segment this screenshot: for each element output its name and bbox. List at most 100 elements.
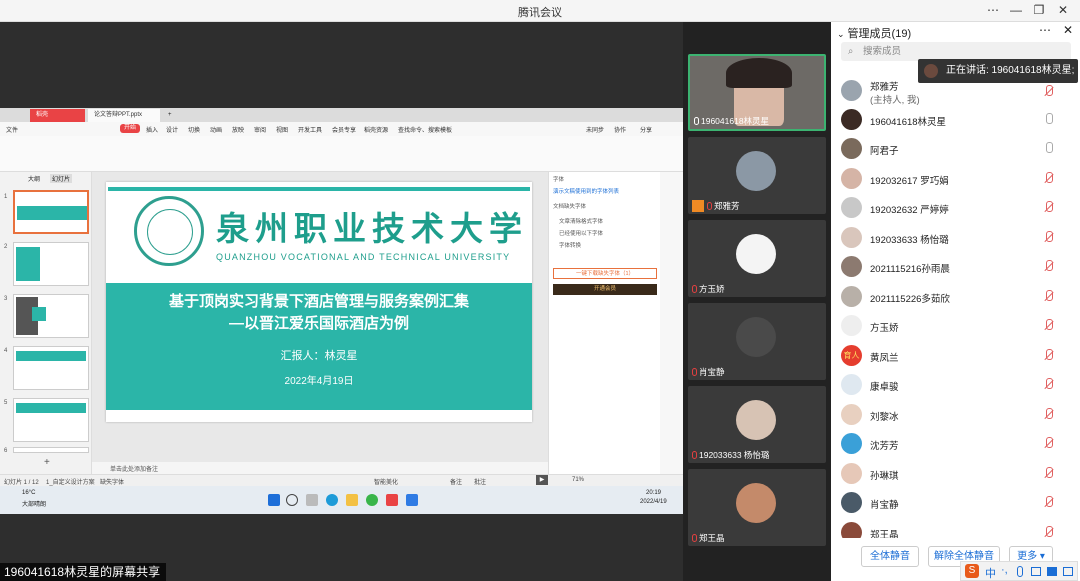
member-row[interactable]: 192032632 严婷婷 <box>831 193 1080 222</box>
wps-icon[interactable] <box>386 494 398 506</box>
edge-icon[interactable] <box>326 494 338 506</box>
meeting-icon[interactable] <box>406 494 418 506</box>
smart-beautify[interactable]: 智能美化 <box>374 477 398 486</box>
ime-keyboard-icon[interactable] <box>1031 567 1041 576</box>
more-icon[interactable]: ⋯ <box>982 2 1004 19</box>
member-row[interactable]: 育人 黄凤兰 <box>831 341 1080 370</box>
mic-off-icon[interactable] <box>1045 349 1053 361</box>
member-row[interactable]: 方玉娇 <box>831 311 1080 340</box>
slide-thumbnail[interactable] <box>13 190 89 234</box>
wps-tab-file[interactable]: 论文答辩PPT.pptx <box>88 109 160 122</box>
video-tile[interactable]: 郑雅芳 <box>688 137 826 214</box>
sync-status[interactable]: 未同步 <box>586 125 604 134</box>
more-options-icon[interactable]: ⋯ <box>1039 23 1051 37</box>
mic-off-icon[interactable] <box>1045 172 1053 184</box>
slide-thumbnail[interactable] <box>13 294 89 338</box>
download-fonts-button[interactable]: 一键下载缺失字体（1） <box>553 268 657 279</box>
member-row[interactable]: 肖宝静 <box>831 488 1080 517</box>
current-slide[interactable]: 泉州职业技术大学 QUANZHOU VOCATIONAL AND TECHNIC… <box>106 182 532 422</box>
ime-skin-icon[interactable] <box>1047 567 1057 576</box>
tab-outline[interactable]: 大纲 <box>28 174 40 183</box>
collab-button[interactable]: 协作 <box>614 125 626 134</box>
menu-devtools[interactable]: 开发工具 <box>298 125 322 134</box>
search-icon[interactable] <box>286 494 298 506</box>
ime-grid-icon[interactable] <box>1063 567 1073 576</box>
comment-toggle[interactable]: 批注 <box>474 477 486 486</box>
member-row[interactable]: 孙琳琪 <box>831 459 1080 488</box>
add-slide-icon[interactable]: + <box>44 457 50 468</box>
member-row[interactable]: 196041618林灵星 <box>831 105 1080 134</box>
notes-toggle[interactable]: 备注 <box>450 477 462 486</box>
menu-review[interactable]: 审阅 <box>254 125 266 134</box>
member-row[interactable]: 刘黎冰 <box>831 400 1080 429</box>
menu-file[interactable]: 文件 <box>6 125 18 134</box>
video-tile[interactable]: 196041618林灵星 <box>688 54 826 131</box>
menu-view[interactable]: 视图 <box>276 125 288 134</box>
slide-thumbnail[interactable] <box>13 346 89 390</box>
menu-slideshow[interactable]: 放映 <box>232 125 244 134</box>
video-tile[interactable]: 192033633 杨怡璐 <box>688 386 826 463</box>
mic-off-icon[interactable] <box>1045 290 1053 302</box>
ime-mic-icon[interactable] <box>1017 566 1023 577</box>
video-tile[interactable]: 肖宝静 <box>688 303 826 380</box>
menu-member[interactable]: 会员专享 <box>332 125 356 134</box>
ime-mode[interactable]: 中 <box>985 565 996 581</box>
share-button[interactable]: 分享 <box>640 125 652 134</box>
ime-punct-icon[interactable]: ·, <box>1001 564 1008 576</box>
member-row[interactable]: 阿君子 <box>831 134 1080 163</box>
member-row[interactable]: 康卓骏 <box>831 370 1080 399</box>
member-row[interactable]: 2021115216孙雨晨 <box>831 252 1080 281</box>
mic-off-icon[interactable] <box>1045 85 1053 97</box>
mic-off-icon[interactable] <box>1045 260 1053 272</box>
mic-off-icon[interactable] <box>1045 437 1053 449</box>
close-panel-icon[interactable]: ✕ <box>1063 23 1073 37</box>
member-row[interactable]: 郑王晶 <box>831 518 1080 538</box>
member-row[interactable]: 2021115226多茹欣 <box>831 282 1080 311</box>
slide-thumbnail[interactable] <box>13 447 89 453</box>
menu-transition[interactable]: 切换 <box>188 125 200 134</box>
missing-fonts[interactable]: 缺失字体 <box>100 477 124 486</box>
taskview-icon[interactable] <box>306 494 318 506</box>
mic-off-icon[interactable] <box>1045 231 1053 243</box>
app-icon[interactable] <box>366 494 378 506</box>
mic-icon[interactable] <box>1045 113 1053 125</box>
menu-animation[interactable]: 动画 <box>210 125 222 134</box>
wps-tab-home[interactable]: 稻壳 <box>30 109 85 122</box>
play-icon[interactable]: ▶ <box>536 475 548 485</box>
slide-thumbnail[interactable] <box>13 398 89 442</box>
add-tab-icon[interactable]: + <box>162 109 174 122</box>
member-row[interactable]: 沈芳芳 <box>831 429 1080 458</box>
mic-off-icon[interactable] <box>1045 201 1053 213</box>
open-vip-button[interactable]: 开通会员 <box>553 284 657 295</box>
notes-bar[interactable]: 单击此处添加备注 <box>92 462 548 474</box>
tab-slides[interactable]: 幻灯片 <box>50 174 73 183</box>
mute-all-button[interactable]: 全体静音 <box>861 546 919 567</box>
restore-icon[interactable]: ❐ <box>1028 2 1050 19</box>
chevron-down-icon[interactable]: ⌄ <box>837 29 845 39</box>
wps-search[interactable]: 查找命令、搜索模板 <box>398 125 452 134</box>
slide-thumbnail[interactable] <box>13 242 89 286</box>
menu-start[interactable]: 开始 <box>120 124 141 133</box>
mic-off-icon[interactable] <box>1045 467 1053 479</box>
close-icon[interactable]: ✕ <box>1052 2 1074 19</box>
avatar <box>841 227 862 248</box>
sogou-icon[interactable]: S <box>965 564 979 578</box>
folder-icon[interactable] <box>346 494 358 506</box>
mic-off-icon[interactable] <box>1045 378 1053 390</box>
mic-off-icon[interactable] <box>1045 408 1053 420</box>
menu-resources[interactable]: 稻壳资源 <box>364 125 388 134</box>
member-row[interactable]: 192032617 罗巧娟 <box>831 164 1080 193</box>
mic-off-icon[interactable] <box>1045 526 1053 538</box>
start-icon[interactable] <box>268 494 280 506</box>
menu-design[interactable]: 设计 <box>166 125 178 134</box>
video-tile[interactable]: 郑王晶 <box>688 469 826 546</box>
member-row[interactable]: 192033633 杨怡璐 <box>831 223 1080 252</box>
video-tile[interactable]: 方玉娇 <box>688 220 826 297</box>
ime-toolbar[interactable]: S 中 ·, <box>960 561 1078 581</box>
mic-off-icon[interactable] <box>1045 496 1053 508</box>
mic-icon[interactable] <box>1045 142 1053 154</box>
speaker-avatar <box>924 64 938 78</box>
mic-off-icon[interactable] <box>1045 319 1053 331</box>
menu-insert[interactable]: 插入 <box>146 125 158 134</box>
minimize-icon[interactable]: — <box>1005 2 1027 19</box>
